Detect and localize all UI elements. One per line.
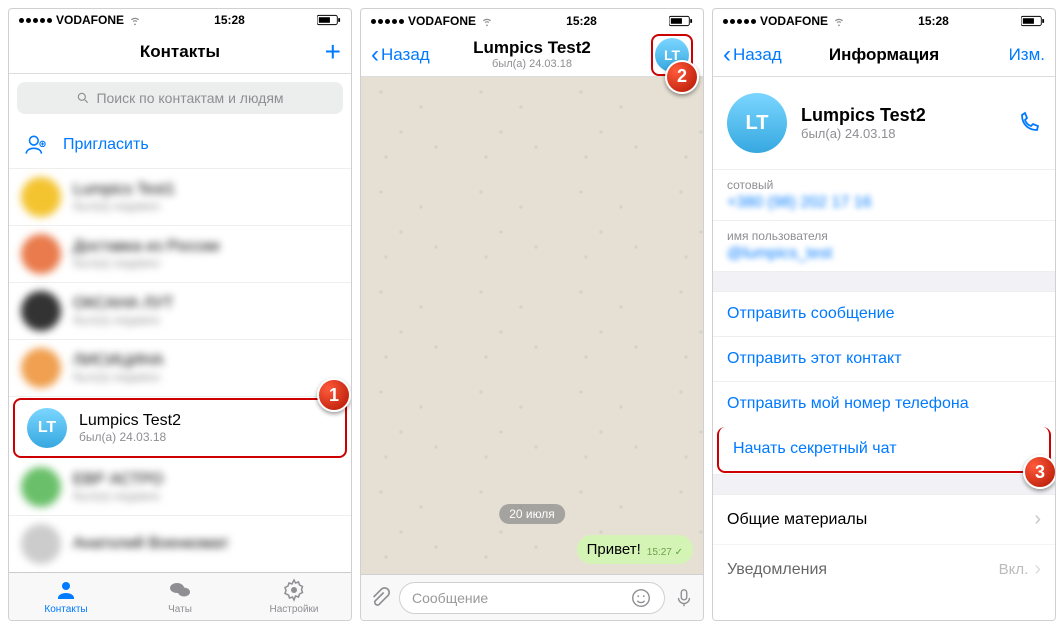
- mic-icon[interactable]: [673, 587, 695, 609]
- callout-marker-2: 2: [665, 60, 699, 94]
- message-input[interactable]: Сообщение: [399, 582, 665, 614]
- chat-background: 20 июля Привет! 15:27 ✓: [361, 77, 703, 574]
- chat-screen: VODAFONE 15:28 ‹Назад Lumpics Test2 был(…: [360, 8, 704, 621]
- invite-button[interactable]: Пригласить: [9, 122, 351, 169]
- attachment-icon[interactable]: [369, 587, 391, 609]
- list-item[interactable]: ЕВР АСТРОбыл(а) недавно: [9, 459, 351, 516]
- start-secret-chat-button[interactable]: Начать секретный чат: [717, 427, 1051, 473]
- info-screen: VODAFONE 15:28 ‹Назад Информация Изм. LT…: [712, 8, 1056, 621]
- profile-avatar-button[interactable]: LT 2: [651, 34, 693, 76]
- clock-label: 15:28: [214, 13, 245, 27]
- tab-bar: Контакты Чаты Настройки: [9, 572, 351, 620]
- nav-bar: ‹Назад Lumpics Test2 был(а) 24.03.18 LT …: [361, 33, 703, 77]
- list-item[interactable]: Lumpics Test1был(а) недавно: [9, 169, 351, 226]
- profile-status: был(а) 24.03.18: [801, 126, 1003, 141]
- callout-marker-1: 1: [317, 378, 351, 412]
- list-item[interactable]: Анатолий Военкомат: [9, 516, 351, 572]
- mobile-section[interactable]: сотовый +380 (98) 202 17 16: [713, 169, 1055, 220]
- notifications-button[interactable]: Уведомления Вкл.›: [713, 544, 1055, 594]
- avatar: LT: [727, 93, 787, 153]
- invite-label: Пригласить: [63, 136, 149, 154]
- tab-settings[interactable]: Настройки: [237, 573, 351, 620]
- call-icon[interactable]: [1017, 111, 1041, 135]
- nav-bar: Контакты +: [9, 32, 351, 74]
- chevron-right-icon: ›: [1034, 508, 1041, 531]
- page-title: Контакты: [9, 42, 351, 62]
- add-contact-button[interactable]: +: [325, 36, 341, 68]
- contacts-screen: VODAFONE 15:28 Контакты + Поиск по конта…: [8, 8, 352, 621]
- send-message-button[interactable]: Отправить сообщение: [713, 291, 1055, 336]
- list-item[interactable]: ЛИСИЦИНАбыл(а) недавно: [9, 340, 351, 397]
- contact-status: был(а) 24.03.18: [79, 430, 181, 444]
- status-bar: VODAFONE 15:28: [713, 9, 1055, 33]
- tab-chats[interactable]: Чаты: [123, 573, 237, 620]
- profile-name: Lumpics Test2: [801, 105, 1003, 126]
- send-number-button[interactable]: Отправить мой номер телефона: [713, 381, 1055, 426]
- status-bar: VODAFONE 15:28: [361, 9, 703, 33]
- username-section[interactable]: имя пользователя @lumpics_test: [713, 220, 1055, 271]
- send-contact-button[interactable]: Отправить этот контакт: [713, 336, 1055, 381]
- selected-contact-row[interactable]: LT Lumpics Test2 был(а) 24.03.18 1: [13, 398, 347, 458]
- search-input[interactable]: Поиск по контактам и людям: [17, 82, 343, 114]
- shared-media-button[interactable]: Общие материалы ›: [713, 494, 1055, 544]
- message-bubble[interactable]: Привет! 15:27 ✓: [577, 535, 693, 564]
- contact-name: Lumpics Test2: [79, 412, 181, 430]
- edit-button[interactable]: Изм.: [1009, 45, 1045, 65]
- sticker-icon[interactable]: [630, 587, 652, 609]
- list-item[interactable]: Доставка из Россиибыл(а) недавно: [9, 226, 351, 283]
- tab-contacts[interactable]: Контакты: [9, 573, 123, 620]
- status-bar: VODAFONE 15:28: [9, 9, 351, 32]
- back-button[interactable]: ‹Назад: [723, 43, 782, 67]
- avatar: LT: [27, 408, 67, 448]
- input-bar: Сообщение: [361, 574, 703, 620]
- callout-marker-3: 3: [1023, 455, 1055, 489]
- list-item[interactable]: ОКСАНА ЛУТбыл(а) недавно: [9, 283, 351, 340]
- back-button[interactable]: ‹Назад: [371, 43, 430, 67]
- nav-bar: ‹Назад Информация Изм.: [713, 33, 1055, 77]
- profile-header: LT Lumpics Test2 был(а) 24.03.18: [713, 77, 1055, 169]
- search-placeholder: Поиск по контактам и людям: [96, 90, 283, 106]
- date-pill: 20 июля: [499, 504, 565, 524]
- carrier-label: VODAFONE: [56, 13, 124, 27]
